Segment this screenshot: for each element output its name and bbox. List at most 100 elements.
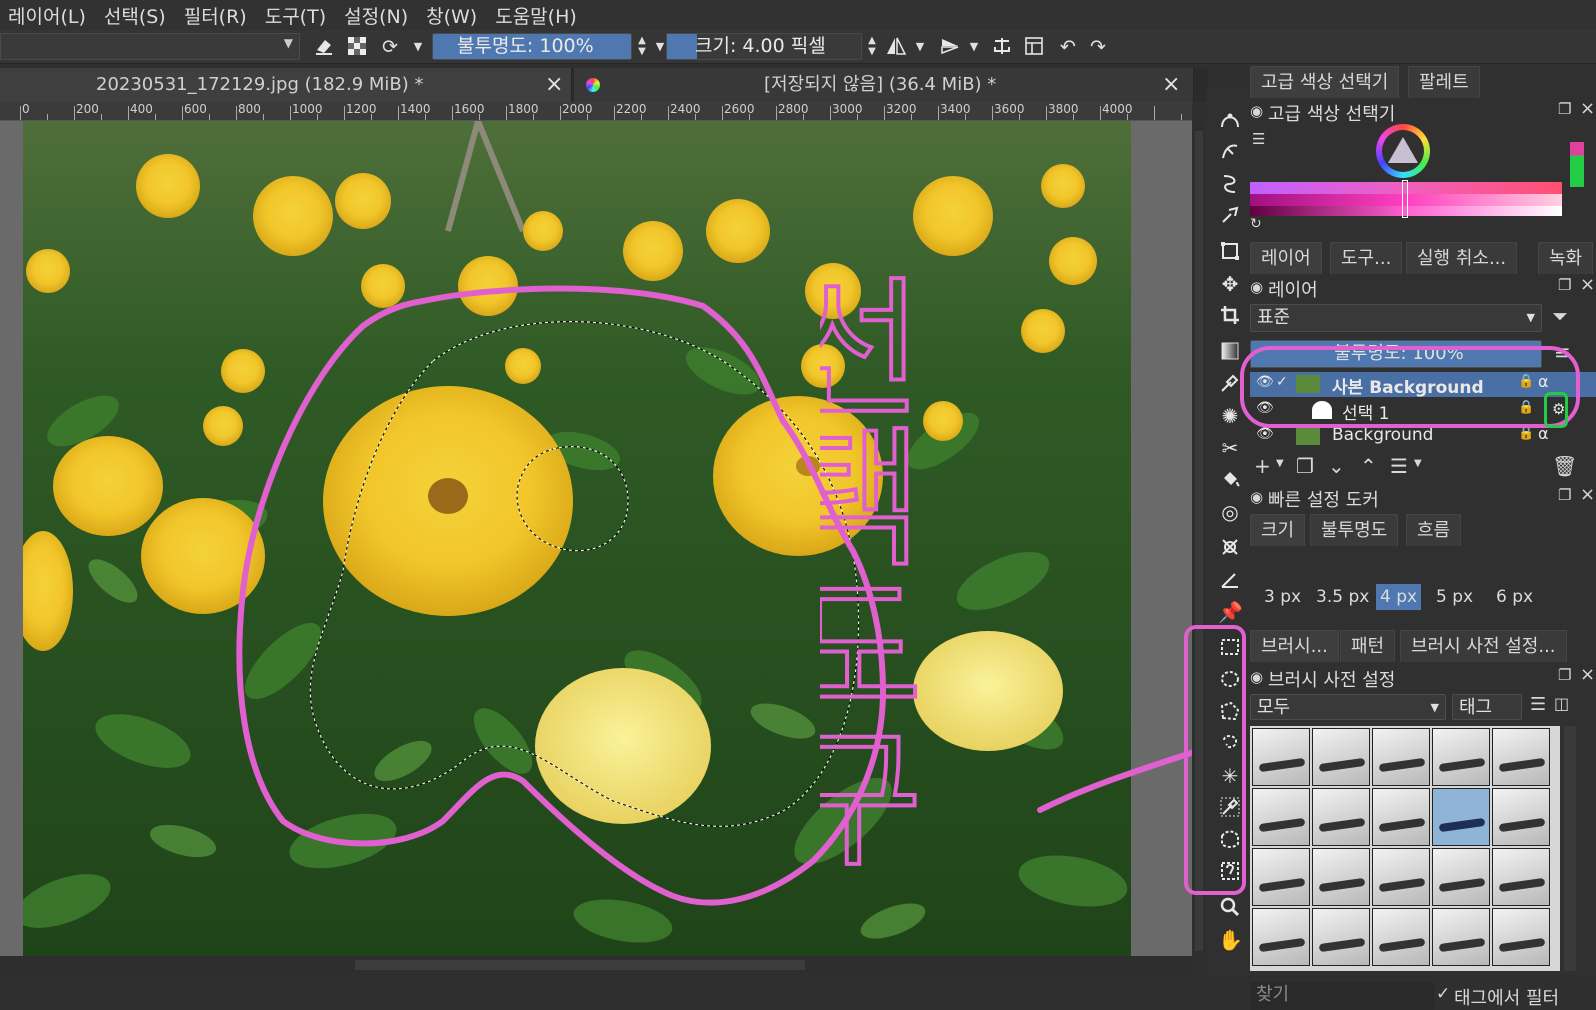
float-icon[interactable]: ❐	[1558, 486, 1571, 504]
eraser-icon[interactable]	[312, 35, 336, 59]
lock-icon[interactable]: ◉	[1250, 102, 1263, 120]
chevron-down-icon[interactable]: ▼	[1414, 458, 1422, 469]
tab-document-2[interactable]: [저장되지 않음] (36.4 MiB) * ×	[574, 68, 1194, 102]
color-wheel[interactable]	[1376, 124, 1430, 178]
size-option[interactable]: 6 px	[1496, 584, 1533, 610]
lock-icon[interactable]: 🔒	[1518, 426, 1534, 441]
float-icon[interactable]: ❐	[1558, 666, 1571, 684]
menu-filter[interactable]: 필터(R)	[175, 2, 256, 29]
chevron-down-icon[interactable]: ▼	[908, 35, 932, 59]
properties-icon[interactable]: ☰	[1390, 454, 1408, 478]
brush-search-input[interactable]: 찾기	[1250, 982, 1434, 1010]
colorize-mask-tool-icon[interactable]: ✺	[1218, 404, 1242, 428]
bezier-curve-tool-icon[interactable]	[1218, 108, 1242, 132]
tab-document-1[interactable]: 20230531_172129.jpg (182.9 MiB) * ×	[0, 68, 572, 102]
checkerboard-icon[interactable]	[345, 35, 369, 59]
close-icon[interactable]: ×	[1580, 274, 1595, 295]
freehand-path-tool-icon[interactable]	[1218, 140, 1242, 164]
settings-list-icon[interactable]: ☰	[1252, 130, 1265, 148]
undo-icon[interactable]: ↶	[1056, 35, 1080, 59]
brush-preset-thumbnail[interactable]	[1312, 788, 1370, 846]
close-icon[interactable]: ×	[1162, 68, 1180, 102]
brush-grid-scrollbar[interactable]	[1564, 726, 1576, 971]
move-up-icon[interactable]: ⌃	[1360, 454, 1377, 478]
move-tool-icon[interactable]: ✥	[1218, 272, 1242, 296]
float-icon[interactable]: ❐	[1558, 100, 1571, 118]
transform-tool-icon[interactable]	[1218, 240, 1242, 264]
zoom-tool-icon[interactable]	[1218, 896, 1242, 920]
crop-tool-icon[interactable]	[1218, 304, 1242, 328]
color-picker-tool-icon[interactable]	[1218, 372, 1242, 396]
brush-preset-thumbnail[interactable]	[1252, 848, 1310, 906]
pan-tool-icon[interactable]: ✋	[1218, 928, 1243, 952]
close-icon[interactable]: ×	[1580, 98, 1595, 119]
tag-button[interactable]: 태그	[1452, 694, 1522, 720]
brush-preset-thumbnail[interactable]	[1492, 788, 1550, 846]
mirror-vertical-icon[interactable]	[938, 35, 962, 59]
tab-recording[interactable]: 녹화	[1538, 242, 1594, 274]
brush-preset-thumbnail[interactable]	[1432, 848, 1490, 906]
list-view-icon[interactable]: ☰	[1530, 694, 1546, 715]
tab-flow[interactable]: 흐름	[1406, 514, 1462, 546]
tab-opacity[interactable]: 불투명도	[1310, 514, 1399, 546]
horizontal-scrollbar[interactable]	[0, 956, 1192, 975]
tab-tools[interactable]: 도구...	[1330, 242, 1403, 274]
chevron-down-icon[interactable]: ▼	[1276, 458, 1284, 469]
brush-preset-combo[interactable]: ▼	[0, 33, 300, 60]
lock-icon[interactable]: ◉	[1250, 278, 1263, 296]
redo-icon[interactable]: ↷	[1086, 35, 1110, 59]
panel-icon[interactable]: ◫	[1554, 694, 1569, 713]
tab-size[interactable]: 크기	[1250, 514, 1306, 546]
brush-preset-thumbnail[interactable]	[1252, 728, 1310, 786]
filter-icon[interactable]: ⏷	[1552, 304, 1568, 328]
menu-window[interactable]: 창(W)	[417, 2, 486, 29]
blend-mode-select[interactable]: 표준 ▼	[1250, 304, 1542, 332]
measure-tool-icon[interactable]	[1218, 568, 1242, 592]
close-icon[interactable]: ×	[1580, 664, 1595, 685]
dynamic-brush-tool-icon[interactable]	[1218, 172, 1242, 196]
size-option[interactable]: 3.5 px	[1316, 584, 1369, 610]
workspace-icon[interactable]	[1022, 35, 1046, 59]
tab-layers[interactable]: 레이어	[1250, 242, 1322, 274]
tab-brush-presets[interactable]: 브러시 사전 설정...	[1400, 630, 1567, 662]
lock-icon[interactable]: ◉	[1250, 668, 1263, 686]
tab-undo[interactable]: 실행 취소...	[1406, 242, 1518, 274]
close-icon[interactable]: ×	[1580, 484, 1595, 505]
menu-select[interactable]: 선택(S)	[95, 2, 175, 29]
tab-palette[interactable]: 팔레트	[1408, 66, 1480, 98]
wrap-around-icon[interactable]	[990, 35, 1014, 59]
brush-preset-thumbnail[interactable]	[1252, 788, 1310, 846]
brush-preset-thumbnail[interactable]	[1372, 728, 1430, 786]
chevron-down-icon[interactable]: ▼	[962, 35, 986, 59]
brush-preset-thumbnail[interactable]	[1312, 728, 1370, 786]
add-layer-icon[interactable]: +	[1254, 454, 1271, 478]
brush-preset-thumbnail[interactable]	[1252, 908, 1310, 966]
tab-advanced-color-selector[interactable]: 고급 색상 선택기	[1250, 66, 1400, 98]
duplicate-layer-icon[interactable]: ❐	[1296, 454, 1314, 478]
brush-preset-thumbnail[interactable]	[1432, 728, 1490, 786]
close-icon[interactable]: ×	[545, 68, 563, 102]
tab-brushes[interactable]: 브러시...	[1250, 630, 1339, 662]
brush-preset-thumbnail[interactable]	[1312, 848, 1370, 906]
size-slider[interactable]: 크기: 4.00 픽셀	[666, 33, 862, 60]
lock-icon[interactable]: ◉	[1250, 488, 1263, 506]
menu-layer[interactable]: 레이어(L)	[0, 2, 95, 29]
float-icon[interactable]: ❐	[1558, 276, 1571, 294]
brush-preset-thumbnail[interactable]	[1312, 908, 1370, 966]
brush-preset-thumbnail[interactable]	[1492, 908, 1550, 966]
size-option-active[interactable]: 4 px	[1376, 584, 1422, 610]
brush-preset-thumbnail[interactable]	[1492, 848, 1550, 906]
spin-arrows-icon[interactable]: ▲ ▼	[860, 35, 884, 59]
menu-settings[interactable]: 설정(N)	[335, 2, 417, 29]
eye-icon[interactable]: 👁	[1256, 426, 1274, 442]
color-history[interactable]	[1570, 142, 1584, 187]
size-option[interactable]: 3 px	[1264, 584, 1301, 610]
color-slider-handle[interactable]	[1402, 180, 1408, 218]
menu-tools[interactable]: 도구(T)	[256, 2, 335, 29]
gradient-tool-icon[interactable]	[1218, 340, 1242, 364]
brush-preset-thumbnail[interactable]	[1432, 908, 1490, 966]
multibrush-tool-icon[interactable]	[1218, 204, 1242, 228]
mirror-horizontal-icon[interactable]	[884, 35, 908, 59]
brush-preset-thumbnail[interactable]	[1372, 848, 1430, 906]
opacity-slider[interactable]: 불투명도: 100%	[432, 33, 632, 60]
